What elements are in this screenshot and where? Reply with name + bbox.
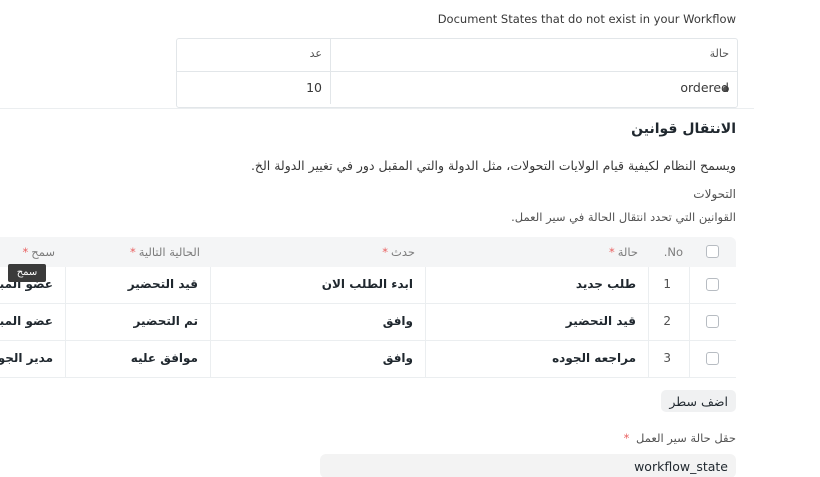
row-checkbox[interactable]: [706, 352, 719, 365]
row-number: 3: [663, 351, 671, 365]
state-name: ordered: [680, 80, 729, 95]
column-header-state: حالة*: [608, 245, 638, 259]
row-number: 2: [663, 314, 671, 328]
workflow-form: Document States that do not exist in you…: [0, 0, 820, 477]
column-header-action: حدث*: [382, 245, 415, 259]
workflow-state-field-input[interactable]: [320, 454, 736, 477]
row-state: قيد التحضير: [565, 314, 636, 328]
column-header-allowed: سمح*: [22, 245, 55, 259]
transitions-grid-header: No. حالة* حدث* الحالية التالية* سمح*: [0, 237, 736, 267]
state-count: 10: [306, 80, 322, 95]
row-checkbox[interactable]: [706, 278, 719, 291]
row-next-state: قيد التحضير: [127, 277, 198, 291]
column-header-no: No.: [663, 245, 683, 259]
row-action: وافق: [382, 351, 413, 365]
table-row[interactable]: 2 قيد التحضير وافق تم التحضير عضو المبيع…: [0, 304, 736, 341]
transition-rules-title: الانتقال قوانين: [631, 121, 736, 137]
row-checkbox[interactable]: [706, 315, 719, 328]
transitions-grid: No. حالة* حدث* الحالية التالية* سمح* 1 ط…: [0, 237, 736, 378]
row-next-state: تم التحضير: [133, 314, 198, 328]
table-row[interactable]: 3 مراجعه الجوده وافق موافق عليه مدير الج…: [0, 341, 736, 378]
column-header-next-state: الحالية التالية*: [130, 245, 200, 259]
transitions-table-label: التحولات: [693, 187, 736, 201]
row-action: وافق: [382, 314, 413, 328]
missing-states-section: Document States that do not exist in you…: [0, 0, 754, 109]
missing-states-header: حالة عد: [177, 39, 737, 72]
add-row-button[interactable]: اضف سطر: [661, 390, 736, 412]
missing-states-title: Document States that do not exist in you…: [437, 12, 736, 26]
row-allowed: عضو المبيعات: [0, 314, 53, 328]
row-state: مراجعه الجوده: [552, 351, 636, 365]
transition-rules-description: ويسمح النظام لكيفية قيام الولايات التحول…: [250, 158, 736, 173]
row-action: ابدء الطلب الان: [321, 277, 413, 291]
transitions-table-description: القوانين التي تحدد انتقال الحالة في سير …: [511, 210, 736, 224]
row-allowed: مدير الجودة: [0, 351, 53, 365]
workflow-state-field-label: حقل حالة سير العمل *: [623, 431, 736, 445]
column-header-count: عد: [309, 47, 322, 60]
column-tooltip: سمح: [8, 264, 46, 282]
table-row: ordered 10: [177, 72, 737, 104]
column-header-state: حالة: [709, 47, 729, 60]
row-next-state: موافق عليه: [130, 351, 198, 365]
missing-states-table: حالة عد ordered 10: [176, 38, 738, 108]
select-all-checkbox[interactable]: [706, 245, 719, 258]
table-row[interactable]: 1 طلب جديد ابدء الطلب الان قيد التحضير ع…: [0, 267, 736, 304]
row-state: طلب جديد: [575, 277, 636, 291]
row-number: 1: [663, 277, 671, 291]
